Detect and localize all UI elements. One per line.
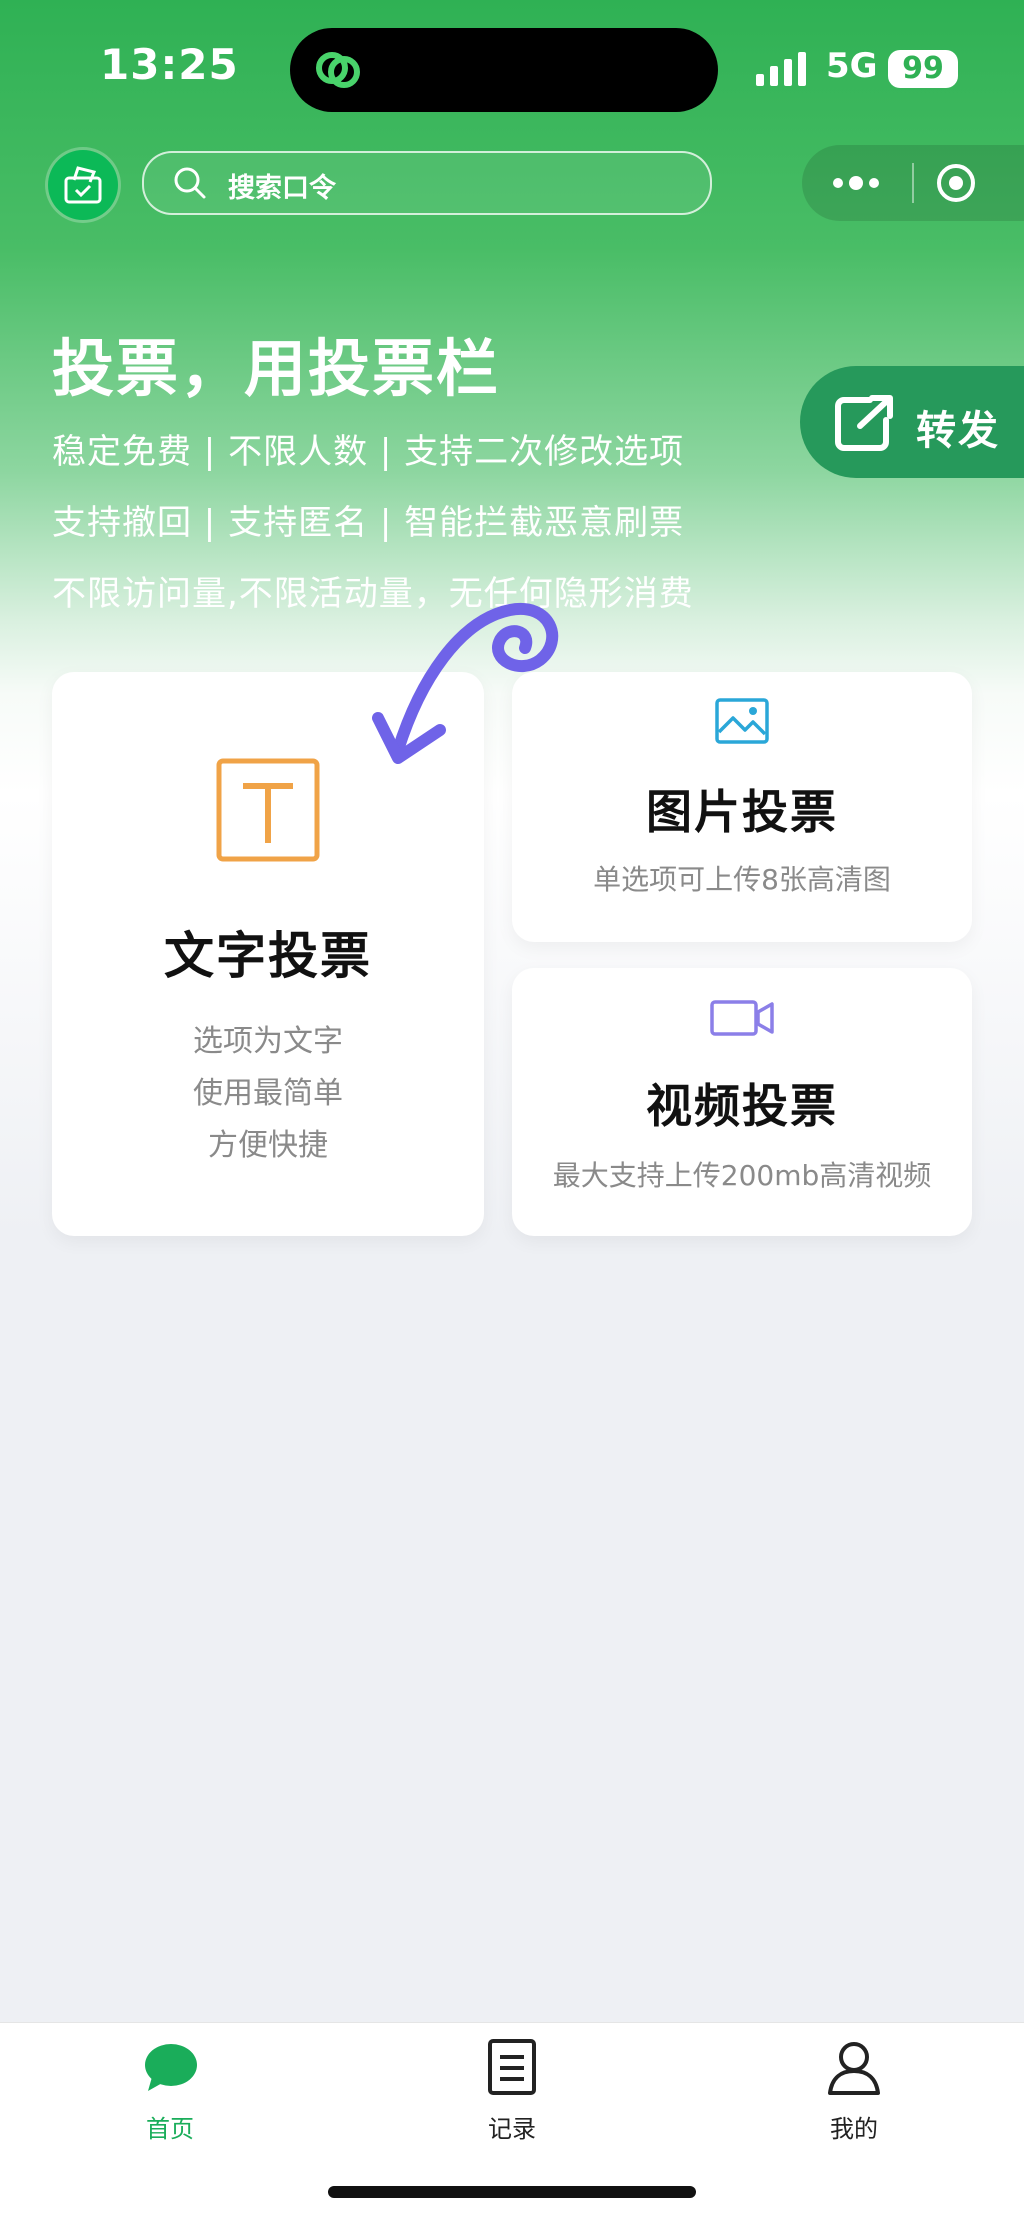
close-target-icon[interactable]	[935, 162, 977, 204]
tab-mine[interactable]: 我的	[764, 2037, 944, 2143]
battery-level: 99	[902, 51, 944, 86]
tab-label: 我的	[830, 2115, 878, 2143]
user-icon	[828, 2042, 880, 2095]
network-type: 5G	[826, 46, 878, 86]
capsule-divider	[912, 163, 914, 203]
share-label: 转发	[916, 408, 1000, 454]
share-icon	[835, 395, 893, 451]
card-desc: 最大支持上传200mb高清视频	[552, 1159, 932, 1192]
card-desc: 单选项可上传8张高清图	[593, 863, 891, 896]
card-desc-line: 选项为文字	[193, 1024, 343, 1059]
tab-records[interactable]: 记录	[422, 2037, 602, 2143]
status-time: 13:25	[100, 40, 239, 89]
annotation-arrow-icon	[372, 602, 559, 764]
text-t-icon	[216, 758, 320, 862]
more-dots-icon[interactable]	[828, 169, 888, 197]
card-title: 图片投票	[646, 785, 838, 839]
feature-line: 稳定免费 | 不限人数 | 支持二次修改选项	[52, 432, 685, 472]
video-camera-icon	[710, 1000, 774, 1036]
feature-line: 支持撤回 | 支持匿名 | 智能拦截恶意刷票	[52, 503, 685, 543]
card-title: 文字投票	[164, 927, 372, 985]
image-icon	[715, 698, 769, 744]
video-vote-card[interactable]: 视频投票 最大支持上传200mb高清视频	[512, 968, 972, 1236]
ballot-box-icon	[64, 166, 102, 204]
tab-label: 记录	[488, 2115, 536, 2143]
mini-program-capsule	[802, 145, 1024, 221]
image-vote-card[interactable]: 图片投票 单选项可上传8张高清图	[512, 672, 972, 942]
search-placeholder: 搜索口令	[228, 173, 336, 204]
search-icon	[174, 167, 206, 199]
link-icon	[316, 52, 360, 88]
home-indicator[interactable]	[328, 2186, 696, 2198]
tab-label: 首页	[146, 2115, 194, 2143]
battery-indicator: 99	[888, 50, 958, 88]
card-desc-line: 方便快捷	[208, 1128, 328, 1163]
search-bar[interactable]: 搜索口令	[142, 151, 712, 215]
app-logo[interactable]	[48, 150, 118, 220]
card-desc-line: 使用最简单	[193, 1076, 343, 1111]
document-icon	[488, 2039, 536, 2095]
card-title: 视频投票	[646, 1079, 838, 1133]
share-button[interactable]: 转发	[800, 366, 1024, 478]
chat-bubble-icon	[145, 2044, 197, 2091]
signal-icon	[756, 52, 806, 86]
tab-home[interactable]: 首页	[80, 2037, 260, 2143]
page-title: 投票，用投票栏	[52, 332, 501, 405]
